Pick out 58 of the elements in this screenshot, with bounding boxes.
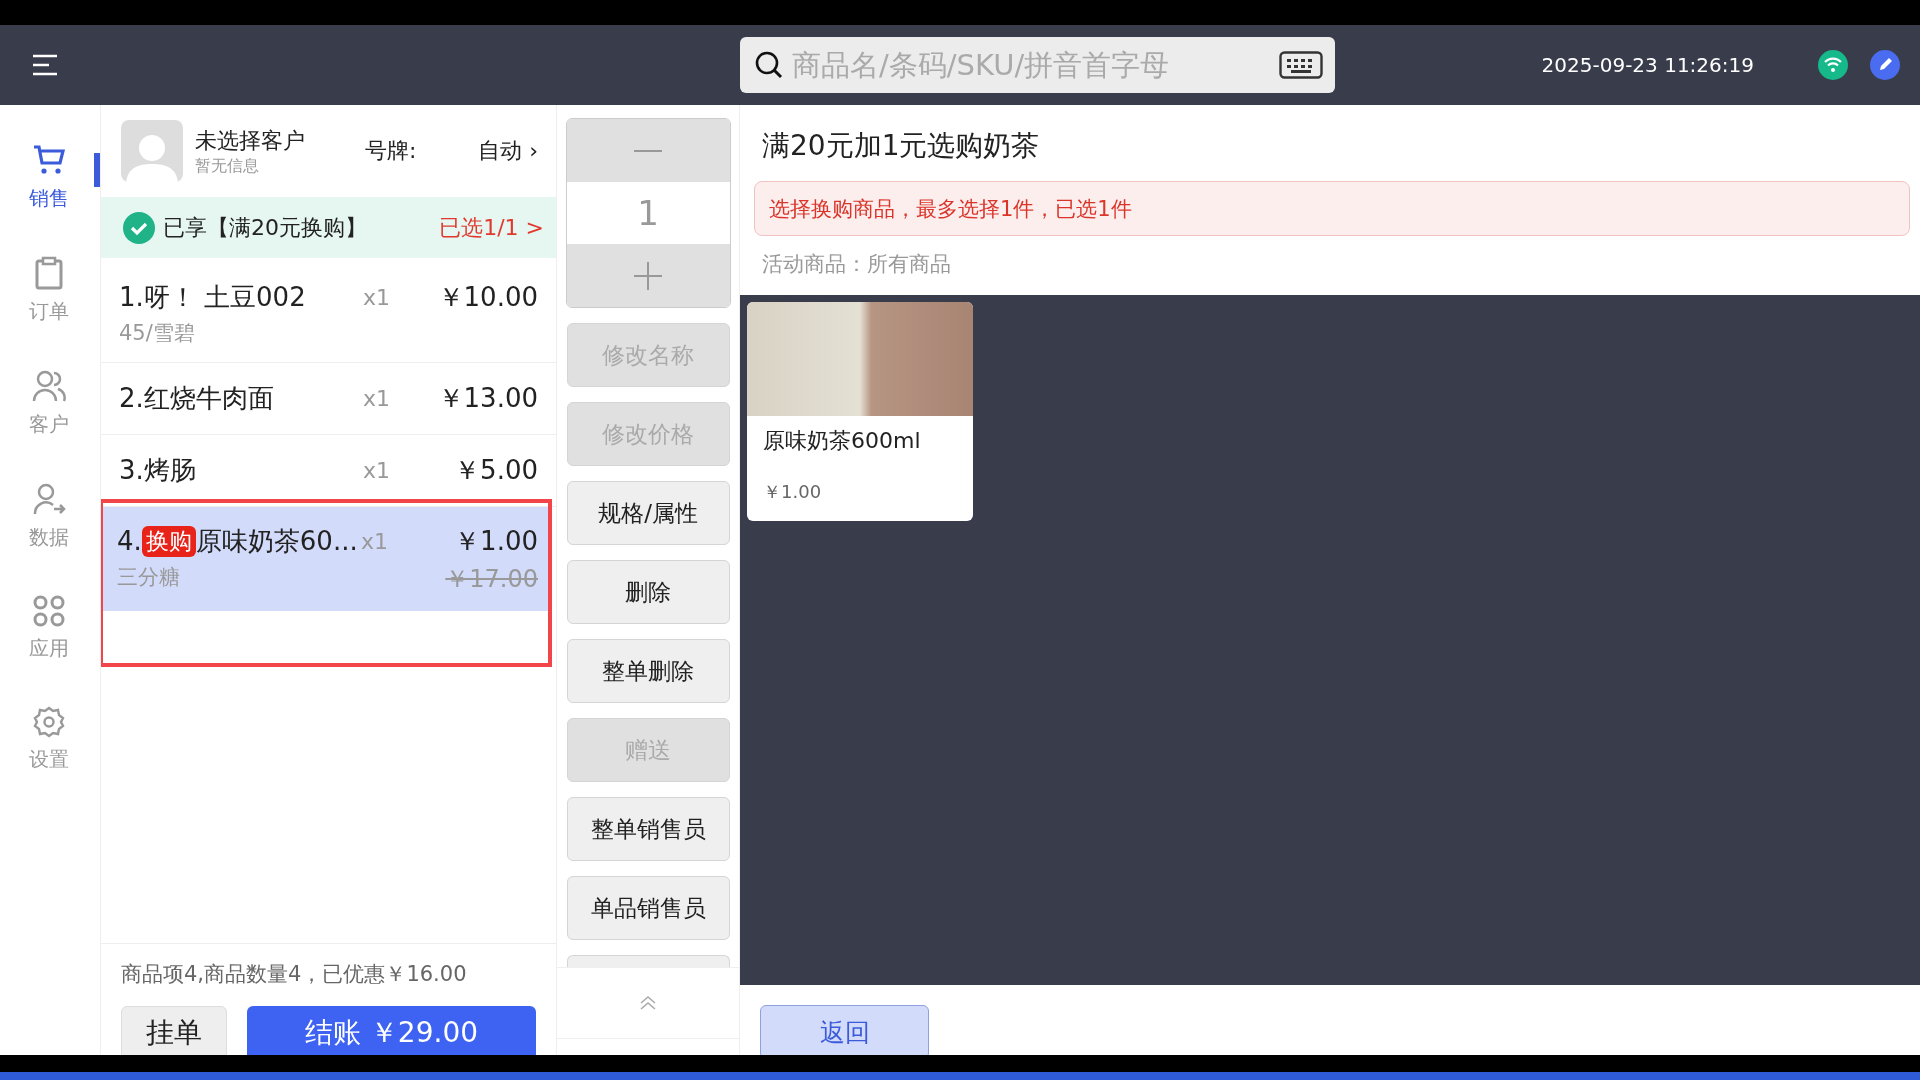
avatar-silhouette — [121, 120, 183, 182]
checkout-button[interactable]: 结账 ￥29.00 — [247, 1006, 536, 1055]
item-spec: 45/雪碧 — [119, 320, 195, 347]
user-arrow-icon — [32, 482, 66, 516]
item-quantity: x1 — [363, 386, 391, 411]
users-icon — [32, 369, 66, 403]
promo-status-link[interactable]: 已选1/1 > — [439, 212, 544, 243]
item-name: 2.红烧牛肉面 — [119, 382, 275, 415]
plate-label: 号牌: — [365, 137, 417, 165]
item-spec: 三分糖 — [117, 563, 180, 591]
keyboard-icon[interactable] — [1279, 51, 1323, 79]
check-circle-icon — [123, 211, 155, 244]
item-quantity: x1 — [363, 285, 391, 310]
plate-selector[interactable]: 自动 › — [478, 136, 538, 166]
action-button[interactable]: 删除 — [566, 560, 730, 624]
hold-order-button[interactable]: 挂单 — [121, 1006, 227, 1055]
action-button[interactable]: 规格/属性 — [566, 481, 730, 545]
search-icon — [754, 50, 784, 80]
clipboard-icon — [34, 256, 64, 290]
action-button[interactable]: 整单删除 — [566, 639, 730, 703]
item-quantity: x1 — [363, 458, 391, 483]
item-quantity: x1 — [361, 528, 389, 554]
action-button[interactable]: 单品销售员 — [566, 876, 730, 940]
customer-name: 未选择客户 — [195, 126, 306, 155]
menu-icon[interactable] — [32, 54, 58, 76]
order-row[interactable]: 4.换购 原味奶茶60...x1 ￥1.00 三分糖 ￥17.00 — [103, 507, 548, 611]
apps-icon — [33, 595, 65, 627]
panel-title: 满20元加1元选购奶茶 — [762, 128, 1041, 164]
item-name: 4.换购 原味奶茶60... — [117, 524, 357, 559]
item-price: ￥5.00 — [454, 454, 538, 487]
wifi-icon[interactable] — [1818, 50, 1848, 80]
search-input[interactable]: 商品名/条码/SKU/拼音首字母 — [790, 47, 1273, 83]
back-button[interactable]: 返回 — [760, 1005, 929, 1055]
order-row[interactable]: 1.呀！ 土豆002 x1 ￥10.00 45/雪碧 — [101, 258, 556, 363]
action-button[interactable]: 整单销售员 — [566, 797, 730, 861]
plus-icon — [634, 261, 662, 290]
customer-info: 暂无信息 — [195, 155, 260, 177]
item-price: ￥1.00 — [454, 524, 538, 558]
original-price: ￥17.00 — [445, 563, 538, 595]
product-name: 原味奶茶600ml — [762, 427, 922, 455]
scope-text: 活动商品：所有商品 — [762, 251, 952, 278]
pen-icon[interactable] — [1870, 50, 1900, 80]
settings-icon — [33, 706, 65, 738]
cart-icon — [32, 143, 66, 177]
item-name: 3.烤肠 — [119, 454, 197, 487]
alert-banner: 选择换购商品，最多选择1件，已选1件 — [754, 181, 1910, 236]
minus-icon — [634, 148, 662, 153]
item-price: ￥13.00 — [437, 382, 538, 415]
item-name: 1.呀！ 土豆002 — [119, 281, 307, 314]
product-price: ￥1.00 — [762, 480, 823, 504]
promo-text: 已享【满20元换购】 — [163, 213, 367, 242]
nav-item[interactable]: 销售 — [0, 143, 100, 212]
order-row[interactable]: 2.红烧牛肉面 x1 ￥13.00 — [101, 363, 556, 435]
item-price: ￥10.00 — [437, 281, 538, 314]
date-time: 2025-09-23 11:26:19 — [1541, 53, 1754, 77]
product-card[interactable]: 原味奶茶600ml ￥1.00 — [747, 302, 973, 521]
order-summary: 商品项4,商品数量4，已优惠￥16.00 — [121, 962, 467, 986]
search-field[interactable]: 商品名/条码/SKU/拼音首字母 — [740, 37, 1335, 93]
